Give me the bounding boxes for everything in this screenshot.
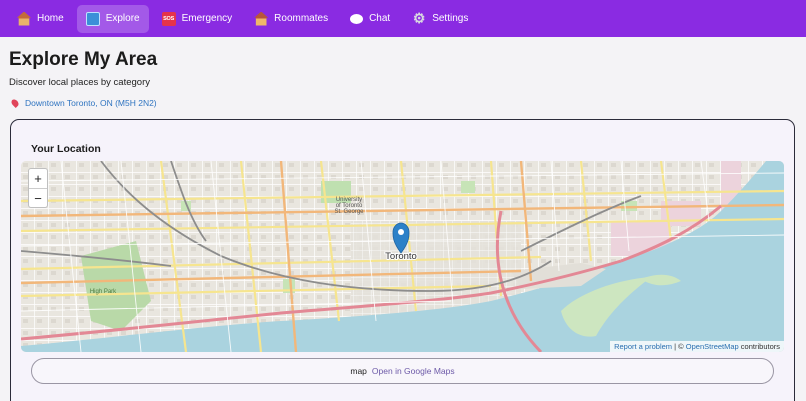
map-icon-text: map	[350, 366, 367, 376]
top-nav: Home Explore SOS Emergency Roommates Cha…	[0, 0, 806, 37]
open-google-maps-button[interactable]: map Open in Google Maps	[31, 358, 774, 384]
zoom-out-button[interactable]: −	[29, 188, 47, 207]
house-icon	[254, 11, 269, 26]
current-location[interactable]: Downtown Toronto, ON (M5H 2N2)	[10, 98, 157, 108]
chat-bubble-icon	[350, 13, 364, 24]
nav-settings-label: Settings	[432, 13, 469, 24]
map-label-park: High Park	[90, 289, 117, 295]
sos-icon: SOS	[161, 11, 176, 26]
page-title: Explore My Area	[9, 49, 158, 70]
nav-explore-label: Explore	[105, 13, 140, 24]
report-problem-link[interactable]: Report a problem	[614, 342, 672, 351]
map-label-university-3: St. George	[334, 209, 364, 215]
page-subtitle: Discover local places by category	[9, 77, 150, 88]
nav-chat[interactable]: Chat	[341, 5, 399, 33]
gear-icon: ⚙	[412, 10, 426, 26]
map-tiles: University of Toronto St. George High Pa…	[21, 161, 784, 352]
location-card: Your Location University of Toronto St. …	[10, 119, 795, 401]
location-pin-icon	[10, 98, 20, 108]
nav-emergency-label: Emergency	[181, 13, 233, 24]
nav-home[interactable]: Home	[8, 5, 73, 33]
osm-link[interactable]: OpenStreetMap	[686, 342, 739, 351]
zoom-in-button[interactable]: +	[29, 169, 47, 188]
open-google-maps-label: Open in Google Maps	[371, 366, 455, 376]
nav-emergency[interactable]: SOS Emergency	[153, 5, 242, 33]
map-icon	[85, 11, 100, 26]
home-icon	[17, 11, 31, 26]
map-view[interactable]: University of Toronto St. George High Pa…	[21, 161, 784, 352]
map-attribution: Report a problem | © OpenStreetMap contr…	[610, 341, 784, 352]
nav-roommates-label: Roommates	[274, 13, 329, 24]
nav-chat-label: Chat	[369, 13, 391, 24]
attribution-separator: | ©	[672, 342, 686, 351]
nav-roommates[interactable]: Roommates	[245, 5, 337, 33]
attribution-suffix: contributors	[738, 342, 780, 351]
nav-home-label: Home	[37, 13, 64, 24]
nav-settings[interactable]: ⚙ Settings	[403, 5, 477, 33]
card-title: Your Location	[31, 143, 101, 155]
nav-explore[interactable]: Explore	[76, 4, 149, 33]
zoom-control: + −	[28, 168, 48, 208]
location-text: Downtown Toronto, ON (M5H 2N2)	[25, 98, 157, 108]
